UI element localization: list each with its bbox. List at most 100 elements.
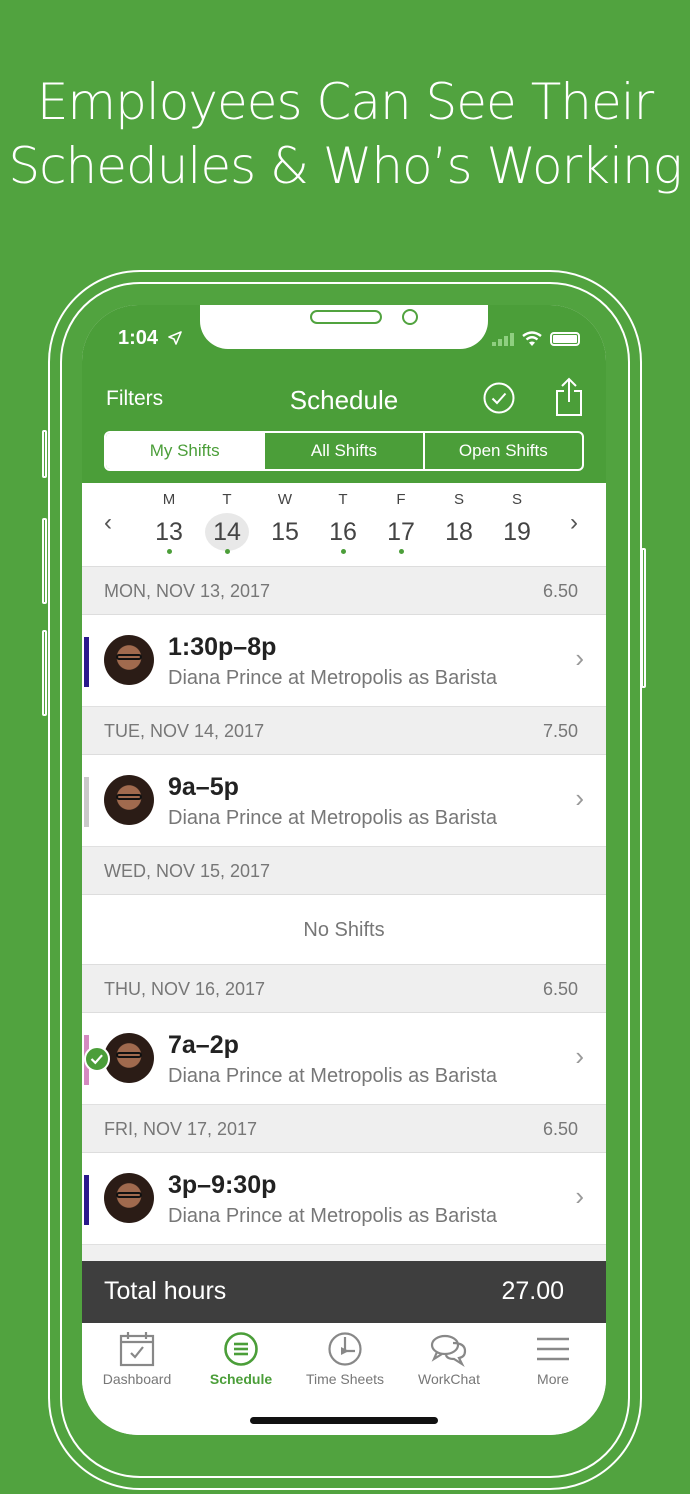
segment-all-shifts[interactable]: All Shifts: [263, 433, 422, 469]
shift-row[interactable]: 7a–2p Diana Prince at Metropolis as Bari…: [82, 1013, 606, 1105]
shift-row[interactable]: 3p–9:30p Diana Prince at Metropolis as B…: [82, 1153, 606, 1245]
date-label: TUE, NOV 14, 2017: [104, 721, 265, 741]
tab-label: Schedule: [209, 1371, 273, 1387]
shift-row[interactable]: 9a–5p Diana Prince at Metropolis as Bari…: [82, 755, 606, 847]
tab-schedule[interactable]: Schedule: [186, 1331, 296, 1387]
day-17[interactable]: F 17: [376, 491, 426, 554]
date-label: WED, NOV 15, 2017: [104, 861, 271, 881]
date-label: FRI, NOV 17, 2017: [104, 1119, 258, 1139]
day-16[interactable]: T 16: [318, 491, 368, 554]
previous-week-chevron-icon[interactable]: ‹: [104, 509, 112, 537]
phone-screen: 1:04 Filters Schedule My Shifts All Shif…: [82, 305, 606, 1435]
day-19[interactable]: S 19: [492, 491, 542, 551]
avatar: [104, 775, 154, 825]
chevron-right-icon: ›: [575, 783, 584, 813]
tab-label: WorkChat: [418, 1371, 480, 1387]
calendar-check-icon: [119, 1332, 155, 1367]
home-indicator[interactable]: [250, 1417, 438, 1424]
clock-flag-icon: [328, 1332, 362, 1366]
chevron-right-icon: ›: [575, 1181, 584, 1211]
speaker-grille: [310, 310, 382, 324]
tab-more[interactable]: More: [498, 1331, 606, 1387]
day-hours: 6.50: [542, 1119, 578, 1139]
day-number: 13: [155, 518, 183, 546]
tab-label: Time Sheets: [305, 1371, 385, 1387]
shift-time: 7a–2p: [168, 1031, 239, 1059]
shift-time: 3p–9:30p: [168, 1171, 277, 1199]
shift-filter-segmented-control: My Shifts All Shifts Open Shifts: [104, 431, 584, 471]
battery-icon: [550, 332, 580, 346]
date-header: THU, NOV 16, 2017 6.50: [82, 965, 606, 1013]
phone-volume-up: [42, 518, 47, 604]
avatar: [104, 1033, 154, 1083]
headline-line-1: Employees Can See Their: [36, 73, 654, 131]
day-hours: 7.50: [542, 721, 578, 741]
tab-workchat[interactable]: WorkChat: [394, 1331, 504, 1387]
marketing-headline: Employees Can See Their Schedules & Who’…: [0, 70, 690, 198]
next-week-chevron-icon[interactable]: ›: [570, 509, 578, 537]
chevron-right-icon: ›: [575, 643, 584, 673]
headline-line-2: Schedules & Who’s Working: [8, 137, 682, 195]
day-number: 15: [271, 518, 299, 546]
day-number: 14: [205, 513, 249, 551]
shift-detail: Diana Prince at Metropolis as Barista: [168, 1065, 498, 1087]
total-hours-label: Total hours: [104, 1277, 227, 1305]
chat-bubbles-icon: [430, 1334, 467, 1367]
day-18[interactable]: S 18: [434, 491, 484, 551]
day-13[interactable]: M 13: [144, 491, 194, 554]
phone-volume-down: [42, 630, 47, 716]
date-header: FRI, NOV 17, 2017 6.50: [82, 1105, 606, 1153]
day-15[interactable]: W 15: [260, 491, 310, 551]
day-letter: S: [511, 491, 522, 508]
date-label: THU, NOV 16, 2017: [104, 979, 266, 999]
day-letter: S: [453, 491, 464, 508]
day-hours: 6.50: [542, 581, 578, 601]
tab-label: Dashboard: [102, 1371, 172, 1387]
tab-dashboard[interactable]: Dashboard: [82, 1331, 192, 1387]
check-circle-icon[interactable]: [482, 381, 516, 415]
segment-open-shifts[interactable]: Open Shifts: [422, 433, 582, 469]
shift-row[interactable]: 1:30p–8p Diana Prince at Metropolis as B…: [82, 615, 606, 707]
day-letter: T: [338, 491, 348, 508]
shift-color-bar: [84, 1175, 89, 1225]
day-letter: W: [277, 491, 293, 508]
shift-time: 1:30p–8p: [168, 633, 277, 661]
shift-time: 9a–5p: [168, 773, 239, 801]
shift-detail: Diana Prince at Metropolis as Barista: [168, 807, 498, 829]
status-time-text: 1:04: [118, 327, 159, 349]
day-letter: F: [396, 491, 406, 508]
day-number: 18: [445, 518, 473, 546]
phone-mute-switch: [42, 430, 47, 478]
location-arrow-icon: [167, 331, 182, 345]
total-hours-bar: Total hours 27.00: [82, 1261, 606, 1323]
chevron-right-icon: ›: [575, 1041, 584, 1071]
week-strip: ‹ M 13 T 14 W 15 T 16 F 17 S 18 S 19 ›: [82, 483, 606, 567]
filters-button[interactable]: Filters: [106, 387, 163, 411]
shift-detail: Diana Prince at Metropolis as Barista: [168, 667, 498, 689]
phone-notch: [200, 305, 488, 349]
tab-label: More: [537, 1371, 569, 1387]
list-circle-icon: [224, 1332, 258, 1366]
share-icon[interactable]: [554, 377, 584, 417]
day-letter: M: [162, 491, 176, 508]
hamburger-icon: [537, 1337, 569, 1361]
shift-detail: Diana Prince at Metropolis as Barista: [168, 1205, 498, 1227]
day-number: 19: [503, 518, 531, 546]
no-shifts-row: No Shifts: [82, 895, 606, 965]
confirmed-check-icon: [84, 1046, 110, 1072]
shift-color-bar: [84, 637, 89, 687]
day-letter: T: [222, 491, 232, 508]
front-camera: [402, 309, 418, 325]
segment-my-shifts[interactable]: My Shifts: [106, 433, 264, 469]
day-number: 16: [329, 518, 357, 546]
date-header: WED, NOV 15, 2017: [82, 847, 606, 895]
app-header: 1:04 Filters Schedule My Shifts All Shif…: [82, 305, 606, 483]
day-14-selected[interactable]: T 14: [202, 491, 252, 554]
tab-time-sheets[interactable]: Time Sheets: [290, 1331, 400, 1387]
no-shifts-text: No Shifts: [303, 919, 385, 941]
wifi-icon: [522, 331, 542, 346]
avatar: [104, 1173, 154, 1223]
total-hours-value: 27.00: [501, 1277, 564, 1305]
shift-color-bar: [84, 777, 89, 827]
date-label: MON, NOV 13, 2017: [104, 581, 271, 601]
